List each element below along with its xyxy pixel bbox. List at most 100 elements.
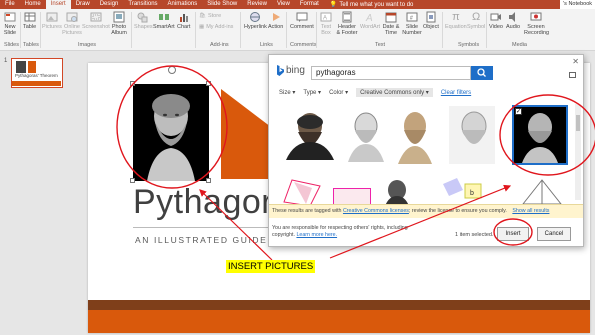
slide-number-button[interactable]: # Slide Number (402, 11, 422, 36)
equation-button[interactable]: π Equation (445, 11, 467, 30)
filter-type[interactable]: Type ▾ (303, 89, 321, 96)
photo-album-button[interactable]: Photo Album (110, 11, 128, 36)
search-input[interactable]: pythagoras (311, 66, 471, 80)
header-footer-button[interactable]: Header & Footer (336, 11, 358, 36)
rotate-handle[interactable] (168, 66, 176, 74)
chart-button[interactable]: Chart (177, 11, 190, 30)
pictures-label: Pictures (42, 24, 62, 30)
tab-draw[interactable]: Draw (71, 0, 95, 9)
close-icon[interactable]: ✕ (572, 57, 579, 66)
tell-me-box[interactable]: 💡 Tell me what you want to do (330, 1, 414, 9)
photo-album-icon (113, 11, 125, 23)
result-image-thumb: b (443, 178, 482, 199)
tab-view[interactable]: View (272, 0, 295, 9)
comment-icon (296, 12, 308, 22)
symbol-button[interactable]: Ω Symbol (467, 11, 485, 30)
creative-commons-link[interactable]: Creative Commons licenses (343, 208, 409, 214)
screen-recording-label: Screen Recording (524, 24, 550, 36)
group-label-comments: Comments (290, 42, 317, 48)
slide-title[interactable]: Pythagor (133, 183, 273, 222)
wordart-button[interactable]: A WordArt (360, 11, 380, 30)
pictures-button[interactable]: Pictures (42, 11, 62, 30)
orange-shape[interactable] (221, 89, 271, 179)
tab-animations[interactable]: Animations (163, 0, 203, 9)
photo-album-label: Photo Album (111, 24, 127, 36)
video-button[interactable]: Video (489, 11, 503, 30)
group-divider (240, 12, 241, 48)
audio-label: Audio (506, 24, 521, 30)
comment-button[interactable]: Comment (290, 11, 314, 30)
search-button[interactable] (471, 66, 493, 80)
ribbon-tab-bar: File Home Insert Draw Design Transitions… (0, 0, 595, 9)
ribbon-insert: New Slide Slides Table Tables Pictures O… (0, 9, 595, 51)
svg-text:#: # (410, 16, 413, 22)
slide-thumbnail[interactable]: Pythagoras' Theorem (11, 58, 63, 88)
tab-file[interactable]: File (0, 0, 20, 9)
result-image-thumb (286, 113, 334, 160)
tab-slide-show[interactable]: Slide Show (202, 0, 242, 9)
learn-more-link[interactable]: Learn more here. (296, 232, 337, 238)
checkbox-checked-icon[interactable]: ✓ (515, 108, 522, 115)
hyperlink-button[interactable]: Hyperlink (244, 11, 267, 30)
tab-transitions[interactable]: Transitions (123, 0, 162, 9)
result-image[interactable] (393, 106, 438, 164)
screenshot-button[interactable]: Screenshot (82, 11, 110, 30)
results-scroll-thumb[interactable] (576, 115, 580, 131)
footer-band-dark (88, 300, 590, 310)
my-addins-button[interactable]: ▦ My Add-ins (199, 24, 233, 30)
table-icon (24, 12, 36, 22)
date-time-button[interactable]: Date & Time (382, 11, 400, 36)
filter-color[interactable]: Color ▾ (329, 89, 348, 96)
tab-home[interactable]: Home (20, 0, 46, 9)
result-image[interactable] (342, 108, 390, 162)
slide-subtitle[interactable]: AN ILLUSTRATED GUIDE (135, 235, 267, 245)
group-label-slides: Slides (4, 42, 19, 48)
selection-handle[interactable] (206, 81, 211, 86)
screen-recording-icon (530, 12, 542, 21)
result-image-thumb (283, 179, 321, 206)
bing-b-icon (277, 65, 284, 76)
action-button[interactable]: Action (268, 11, 283, 30)
annotation-label: INSERT PICTURES (226, 260, 316, 273)
table-button[interactable]: Table (23, 11, 36, 30)
powerpoint-window: File Home Insert Draw Design Transitions… (0, 0, 595, 335)
store-button[interactable]: 🛍 Store (199, 13, 221, 19)
result-image-thumb (385, 180, 409, 206)
symbol-label: Symbol (467, 24, 486, 30)
audio-button[interactable]: Audio (506, 11, 520, 30)
action-label: Action (268, 24, 284, 30)
result-image[interactable]: b (443, 178, 495, 206)
smartart-button[interactable]: SmartArt (153, 11, 175, 30)
online-pictures-label: Online Pictures (62, 24, 82, 36)
tab-review[interactable]: Review (242, 0, 272, 9)
result-image[interactable] (379, 178, 415, 206)
hyperlink-label: Hyperlink (244, 24, 267, 30)
result-image[interactable] (280, 108, 340, 160)
group-divider (486, 12, 487, 48)
online-pictures-button[interactable]: Online Pictures (62, 11, 82, 36)
filter-license[interactable]: Creative Commons only ▾ (356, 88, 433, 97)
screen-recording-button[interactable]: Screen Recording (524, 11, 550, 36)
shapes-button[interactable]: Shapes (134, 11, 153, 30)
result-image[interactable] (441, 106, 507, 164)
insert-button[interactable]: Insert (497, 227, 529, 241)
cancel-button[interactable]: Cancel (537, 227, 571, 241)
result-image-selected[interactable]: ✓ (512, 105, 568, 165)
text-box-button[interactable]: A Text Box (319, 11, 333, 36)
tab-design[interactable]: Design (95, 0, 124, 9)
group-label-tables: Tables (23, 42, 39, 48)
new-slide-button[interactable]: New Slide (2, 11, 18, 36)
filter-size[interactable]: Size ▾ (279, 89, 295, 96)
tab-insert[interactable]: Insert (45, 0, 71, 9)
object-button[interactable]: Object (423, 11, 439, 30)
notebook-label[interactable]: 's Notebook (560, 0, 595, 9)
feedback-icon[interactable] (569, 72, 576, 78)
insert-pictures-dialog: ✕ bing pythagoras Size ▾ Type ▾ Color ▾ … (268, 54, 584, 247)
clear-filters-link[interactable]: Clear filters (441, 90, 471, 96)
group-divider (316, 12, 317, 48)
pythagoras-photo[interactable] (133, 84, 209, 181)
selection-handle[interactable] (130, 81, 135, 86)
show-all-results-link[interactable]: Show all results (512, 208, 549, 214)
tab-format[interactable]: Format (295, 0, 324, 9)
result-image[interactable] (280, 176, 330, 206)
